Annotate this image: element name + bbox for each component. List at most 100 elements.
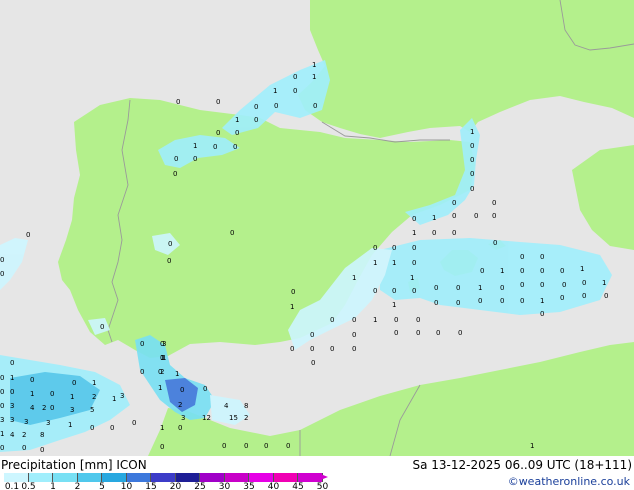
legend-tick-label: 5 (99, 482, 105, 490)
precip-value: 0 (0, 270, 4, 278)
precip-value: 0 (493, 239, 497, 247)
precip-value: 1 (273, 87, 277, 95)
precip-value: 4 (30, 404, 35, 412)
legend-color-swatch (4, 473, 29, 482)
precip-value: 3 (10, 402, 14, 410)
precip-value: 0 (520, 253, 524, 261)
precip-value: 0 (264, 442, 268, 450)
precip-value: 1 (0, 430, 4, 438)
precip-value: 0 (0, 402, 4, 410)
legend-tick-label: 25 (194, 482, 206, 490)
precip-value: 0 (22, 444, 26, 452)
legend-color-swatch (224, 473, 249, 482)
precip-value: 0 (434, 299, 438, 307)
precip-value: 1 (92, 379, 96, 387)
precip-value: 0 (173, 170, 177, 178)
precip-value: 0 (416, 316, 420, 324)
precip-value: 0 (500, 297, 504, 305)
precip-value: 0 (416, 329, 420, 337)
legend-tick-label: 0.5 (21, 482, 36, 490)
precip-value: 0 (310, 331, 314, 339)
precip-value: 1 (540, 297, 544, 305)
precip-value: 0 (254, 103, 258, 111)
precip-value: 0 (520, 281, 524, 289)
precip-value: 0 (582, 279, 586, 287)
precipitation-map: 1 0 1 0 1 0 0 0 0 1 0 0 0 0 1 0 0 0 0 0 … (0, 0, 634, 456)
precip-value: 0 (412, 287, 416, 295)
precip-value: 0 (72, 379, 76, 387)
precip-value: 0 (180, 386, 184, 394)
precip-value: 2 (160, 368, 164, 376)
precip-value: 1 (68, 421, 72, 429)
precip-value: 0 (176, 98, 180, 106)
precipitation-color-scale (4, 473, 323, 482)
precipitation-scale-labels: 0.1 0.5 1 2 5 10 15 20 25 30 35 40 45 50 (0, 482, 340, 490)
precip-value: 0 (293, 87, 297, 95)
precip-value: 5 (90, 406, 94, 414)
forecast-datetime: Sa 13-12-2025 06..09 UTC (18+111) (412, 458, 632, 472)
precip-value: 0 (434, 284, 438, 292)
precip-value: 1 (470, 128, 474, 136)
legend-tick-label: 15 (145, 482, 157, 490)
precip-value: 0 (233, 143, 237, 151)
legend-color-swatch (249, 473, 274, 482)
precip-value: 0 (520, 267, 524, 275)
precip-value: 0 (174, 155, 178, 163)
precip-value: 2 (42, 404, 46, 412)
precip-value: 2 (92, 393, 96, 401)
precip-value: 0 (470, 156, 474, 164)
precip-value: 0 (178, 424, 182, 432)
precip-value: 0 (394, 316, 398, 324)
precip-value: 0 (286, 442, 290, 450)
precip-value: 0 (293, 73, 297, 81)
precip-value: 0 (452, 212, 456, 220)
precip-value: 0 (330, 316, 334, 324)
precip-value: 0 (168, 240, 172, 248)
precip-value: 0 (352, 331, 356, 339)
precip-value: 0 (470, 142, 474, 150)
precip-value: 0 (90, 424, 94, 432)
precip-value: 0 (0, 374, 4, 382)
precip-value: 3 (181, 414, 185, 422)
precip-value: 0 (230, 229, 234, 237)
precip-value: 0 (412, 215, 416, 223)
precip-value: 1 (392, 301, 396, 309)
precip-value: 2 (178, 401, 182, 409)
precip-value: 0 (352, 316, 356, 324)
precip-value: 0 (203, 385, 207, 393)
legend-color-swatch (151, 473, 176, 482)
precip-value: 1 (530, 442, 534, 450)
site-credit-link[interactable]: ©weatheronline.co.uk (508, 475, 630, 488)
precip-value: 0 (110, 424, 114, 432)
precip-value: 1 (10, 374, 14, 382)
precip-value: 0 (474, 212, 478, 220)
precip-value: 1 (158, 384, 162, 392)
precip-value: 15 (229, 414, 238, 422)
legend-footer: Precipitation [mm] ICON Sa 13-12-2025 06… (0, 456, 634, 490)
precip-value: 8 (244, 402, 248, 410)
precip-value: 0 (140, 340, 144, 348)
precip-value: 1 (500, 267, 504, 275)
legend-arrow-icon (318, 473, 328, 481)
precip-value: 0 (373, 287, 377, 295)
precip-value: 0 (470, 185, 474, 193)
precip-value: 0 (254, 116, 258, 124)
legend-color-swatch (175, 473, 200, 482)
precip-value: 0 (492, 212, 496, 220)
precip-value: 0 (470, 170, 474, 178)
legend-color-swatch (102, 473, 127, 482)
legend-color-swatch (77, 473, 102, 482)
precip-value: 1 (312, 73, 316, 81)
precip-value: 1 (373, 259, 377, 267)
precip-value: 1 (352, 274, 356, 282)
legend-tick-label: 45 (292, 482, 304, 490)
legend-tick-label: 35 (243, 482, 255, 490)
precip-value: 3 (10, 416, 14, 424)
precip-value: 0 (540, 267, 544, 275)
legend-tick-label: 2 (74, 482, 81, 490)
precip-value: 8 (40, 431, 44, 439)
precip-value: 0 (540, 310, 544, 318)
precip-value: 0 (492, 199, 496, 207)
precip-value: 0 (432, 229, 436, 237)
legend-tick-label: 20 (169, 482, 182, 490)
